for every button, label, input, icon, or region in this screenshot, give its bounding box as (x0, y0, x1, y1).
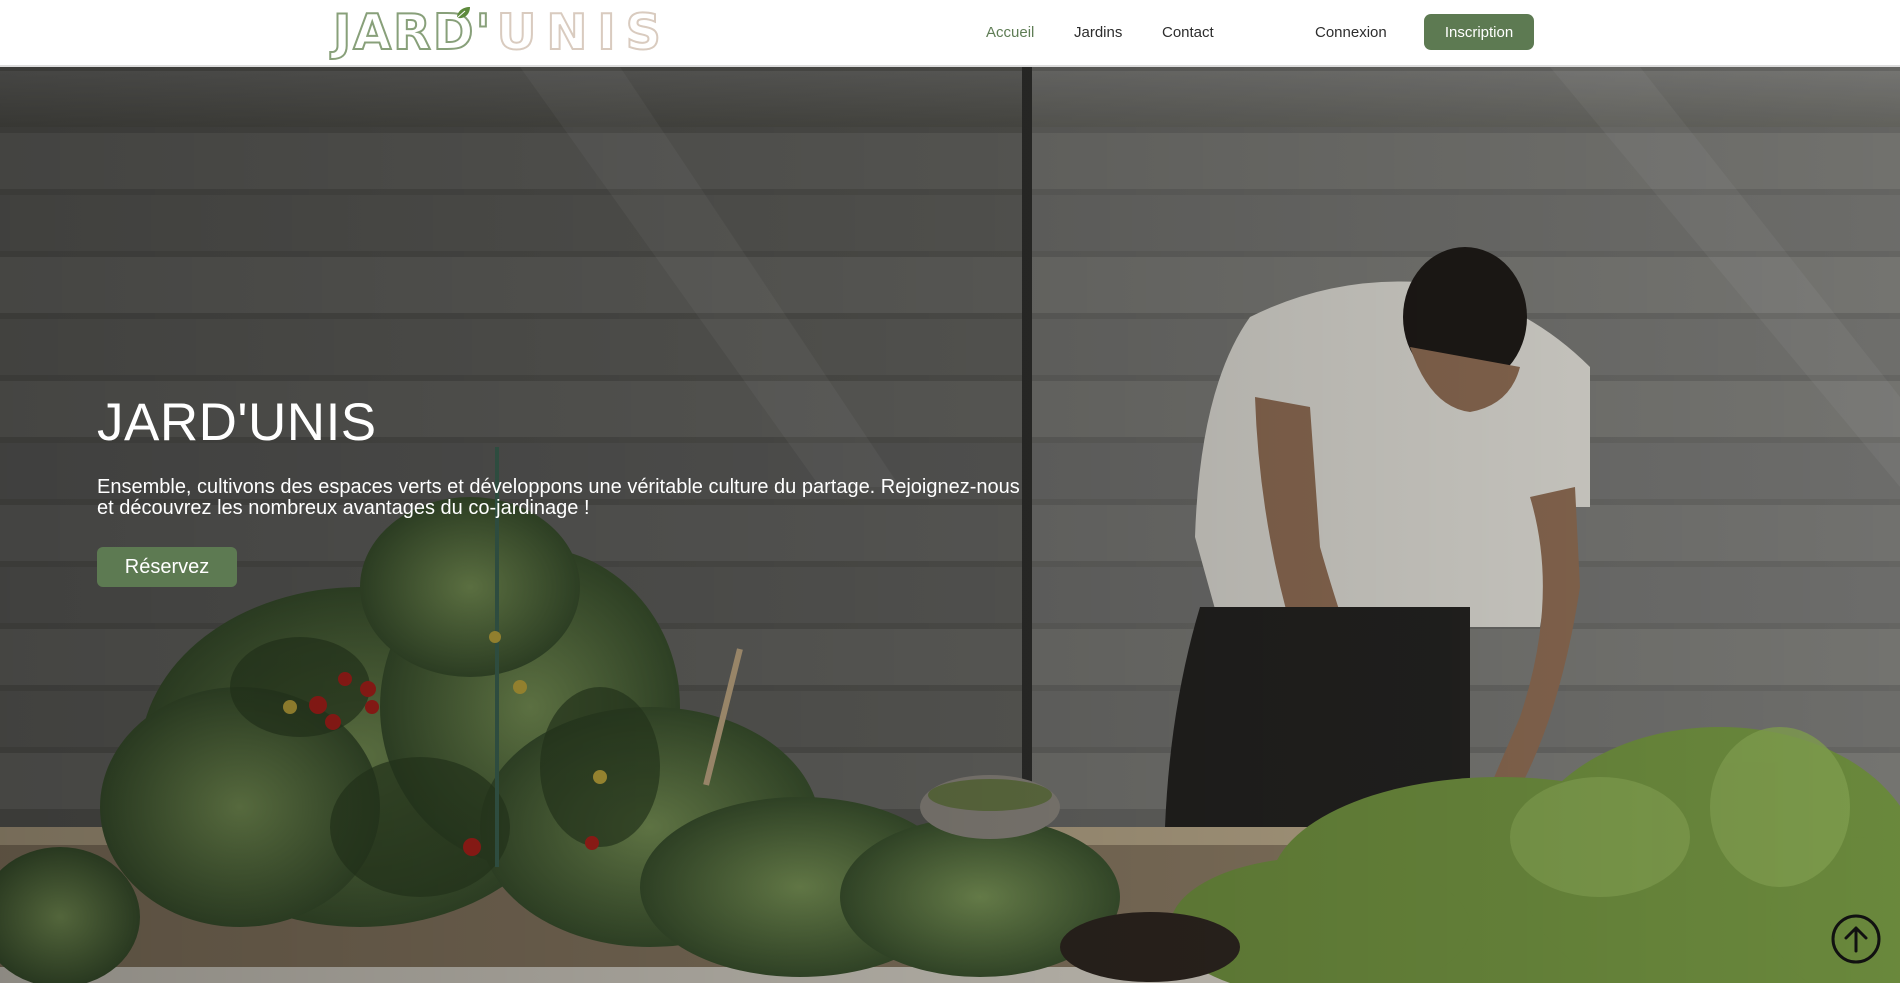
nav-link-home[interactable]: Accueil (986, 24, 1034, 41)
site-logo[interactable]: JARD' UNIS (332, 2, 671, 62)
reserve-button[interactable]: Réservez (97, 547, 237, 587)
hero-section: JARD'UNIS Ensemble, cultivons des espace… (0, 67, 1900, 983)
login-link[interactable]: Connexion (1315, 24, 1387, 41)
hero-background-image (0, 67, 1900, 983)
signup-button[interactable]: Inscription (1424, 14, 1534, 50)
logo-text-unis: UNIS (496, 3, 671, 61)
nav-link-gardens[interactable]: Jardins (1074, 24, 1122, 41)
leaf-icon (456, 7, 470, 19)
hero-tagline: Ensemble, cultivons des espaces verts et… (97, 476, 1020, 519)
hero-title: JARD'UNIS (97, 393, 377, 452)
site-header: JARD' UNIS Accueil Jardins Contact Connex… (0, 0, 1900, 67)
arrow-up-circle-icon[interactable] (1830, 913, 1882, 965)
nav-link-contact[interactable]: Contact (1162, 24, 1214, 41)
